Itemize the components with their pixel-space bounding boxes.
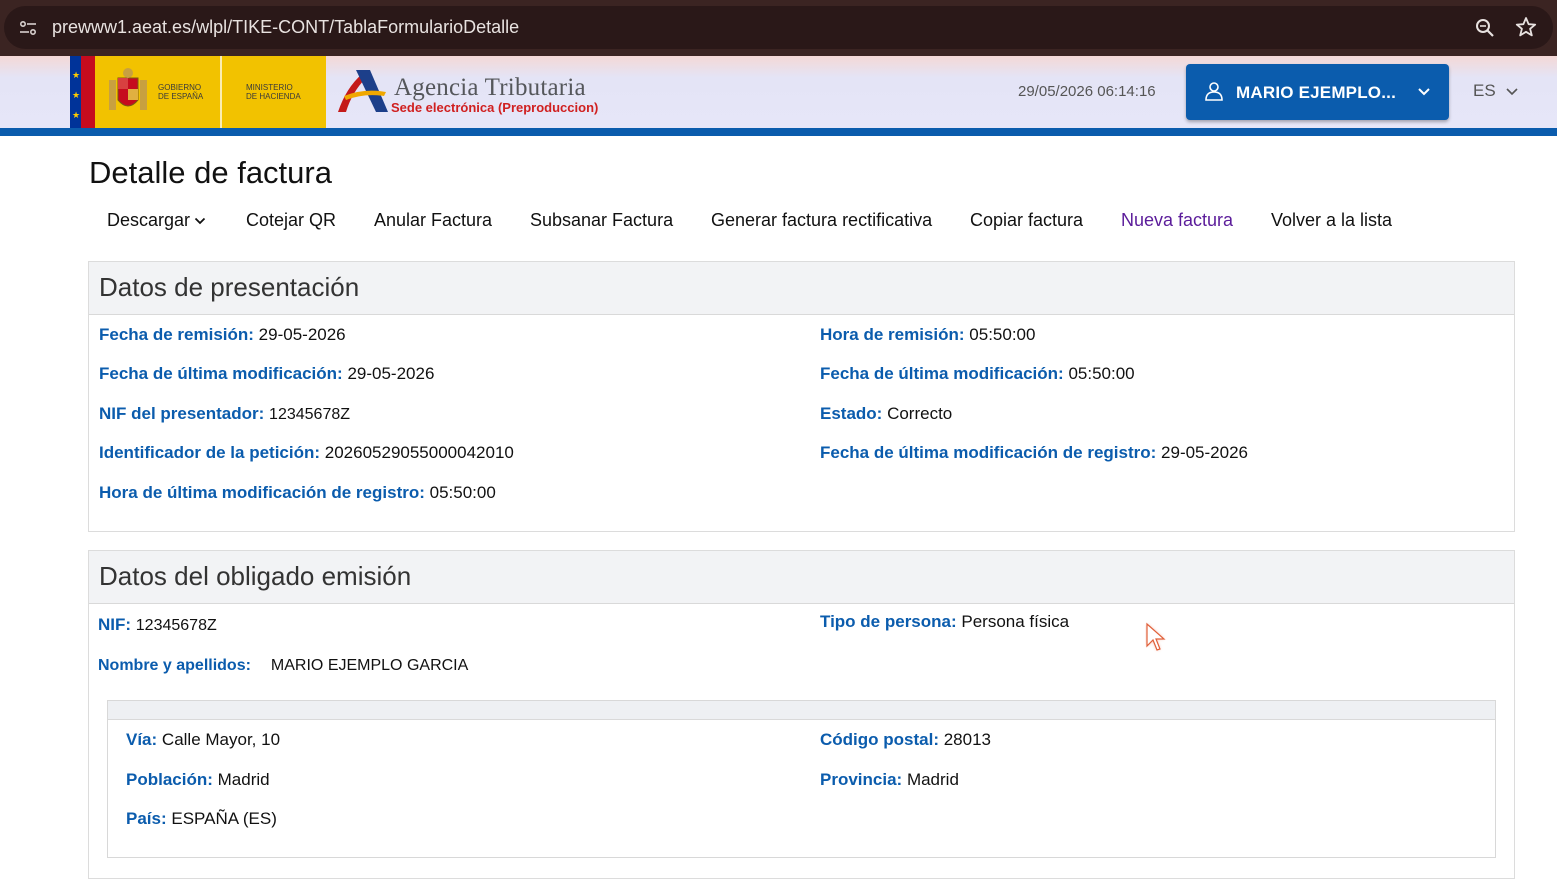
- user-menu-button[interactable]: MARIO EJEMPLO...: [1186, 64, 1449, 120]
- field-codigo-postal: Código postal: 28013: [820, 730, 991, 749]
- issuer-panel-header: Datos del obligado emisión: [89, 551, 1514, 604]
- fix-invoice-link[interactable]: Subsanar Factura: [530, 210, 673, 231]
- svg-text:★: ★: [72, 110, 80, 120]
- gov-line2: DE ESPAÑA: [158, 92, 204, 101]
- address-subpanel-header: [108, 701, 1495, 720]
- field-via: Vía: Calle Mayor, 10: [126, 730, 281, 749]
- cancel-invoice-link[interactable]: Anular Factura: [374, 210, 492, 231]
- coat-of-arms-icon: [109, 68, 147, 110]
- match-qr-link[interactable]: Cotejar QR: [246, 210, 336, 231]
- language-selector[interactable]: ES: [1473, 81, 1496, 101]
- agency-title[interactable]: Agencia Tributaria: [394, 74, 586, 102]
- field-fecha-ultima-mod: Fecha de última modificación: 29-05-2026: [99, 364, 435, 383]
- field-identificador-peticion: Identificador de la petición: 2026052905…: [99, 443, 514, 462]
- copy-invoice-link[interactable]: Copiar factura: [970, 210, 1083, 231]
- user-icon: [1205, 82, 1223, 101]
- svg-text:★: ★: [72, 90, 80, 100]
- field-poblacion: Población: Madrid: [126, 770, 270, 789]
- svg-text:★: ★: [72, 70, 80, 80]
- address-bar[interactable]: prewww1.aeat.es/wlpl/TIKE-CONT/TablaForm…: [4, 6, 1553, 49]
- field-provincia: Provincia: Madrid: [820, 770, 959, 789]
- field-pais: País: ESPAÑA (ES): [126, 809, 277, 828]
- chevron-down-icon: [194, 218, 206, 225]
- site-info-icon[interactable]: [18, 18, 38, 38]
- page-title: Detalle de factura: [89, 155, 332, 190]
- field-fecha-remision: Fecha de remisión: 29-05-2026: [99, 325, 346, 344]
- field-fecha-ultima-mod-registro: Fecha de última modificación de registro…: [820, 443, 1248, 462]
- eu-flag-strip: ★ ★ ★: [70, 56, 95, 128]
- field-hora-ultima-mod: Fecha de última modificación: 05:50:00: [820, 364, 1135, 383]
- issuer-heading: Datos del obligado emisión: [99, 561, 412, 591]
- field-nif-presentador: NIF del presentador: 12345678Z: [99, 404, 351, 423]
- government-logo[interactable]: ★ ★ ★ GOBIERNO DE ESPAÑA MINISTERIO DE H…: [70, 56, 326, 128]
- ministry-line1: MINISTERIO: [246, 83, 293, 92]
- address-subpanel: Vía: Calle Mayor, 10 Código postal: 2801…: [107, 700, 1496, 858]
- back-to-list-link[interactable]: Volver a la lista: [1271, 210, 1392, 231]
- field-nif: NIF: 12345678Z: [98, 615, 217, 634]
- field-tipo-persona: Tipo de persona: Persona física: [820, 612, 1070, 631]
- gov-line1: GOBIERNO: [158, 83, 202, 92]
- presentation-heading: Datos de presentación: [99, 272, 360, 302]
- chevron-down-icon[interactable]: [1505, 85, 1519, 99]
- bookmark-star-icon[interactable]: [1515, 16, 1537, 38]
- agency-subtitle: Sede electrónica (Preproduccion): [391, 100, 599, 115]
- download-menu-button[interactable]: Descargar: [107, 210, 206, 231]
- presentation-panel: Datos de presentación Fecha de remisión:…: [88, 261, 1515, 532]
- download-label: Descargar: [107, 210, 191, 230]
- presentation-panel-header: Datos de presentación: [89, 262, 1514, 315]
- ministry-line2: DE HACIENDA: [246, 92, 301, 101]
- user-name: MARIO EJEMPLO...: [1236, 83, 1396, 102]
- field-estado: Estado: Correcto: [820, 404, 953, 423]
- mouse-cursor-icon: [1146, 622, 1166, 651]
- site-header: ★ ★ ★ GOBIERNO DE ESPAÑA MINISTERIO DE H…: [0, 56, 1557, 128]
- rectify-invoice-link[interactable]: Generar factura rectificativa: [711, 210, 932, 231]
- field-hora-ultima-mod-registro: Hora de última modificación de registro:…: [99, 483, 496, 502]
- issuer-panel: Datos del obligado emisión NIF: 12345678…: [88, 550, 1515, 879]
- url-text[interactable]: prewww1.aeat.es/wlpl/TIKE-CONT/TablaForm…: [52, 17, 519, 38]
- chevron-down-icon: [1418, 88, 1430, 96]
- browser-toolbar: prewww1.aeat.es/wlpl/TIKE-CONT/TablaForm…: [0, 0, 1557, 56]
- zoom-icon[interactable]: [1474, 17, 1496, 39]
- field-hora-remision: Hora de remisión: 05:50:00: [820, 325, 1036, 344]
- aeat-logo-icon[interactable]: [336, 66, 390, 116]
- session-timestamp: 29/05/2026 06:14:16: [1018, 83, 1156, 100]
- header-accent-bar: [0, 128, 1557, 136]
- field-nombre-apellidos: Nombre y apellidos: MARIO EJEMPLO GARCIA: [98, 657, 469, 674]
- new-invoice-link[interactable]: Nueva factura: [1121, 210, 1233, 231]
